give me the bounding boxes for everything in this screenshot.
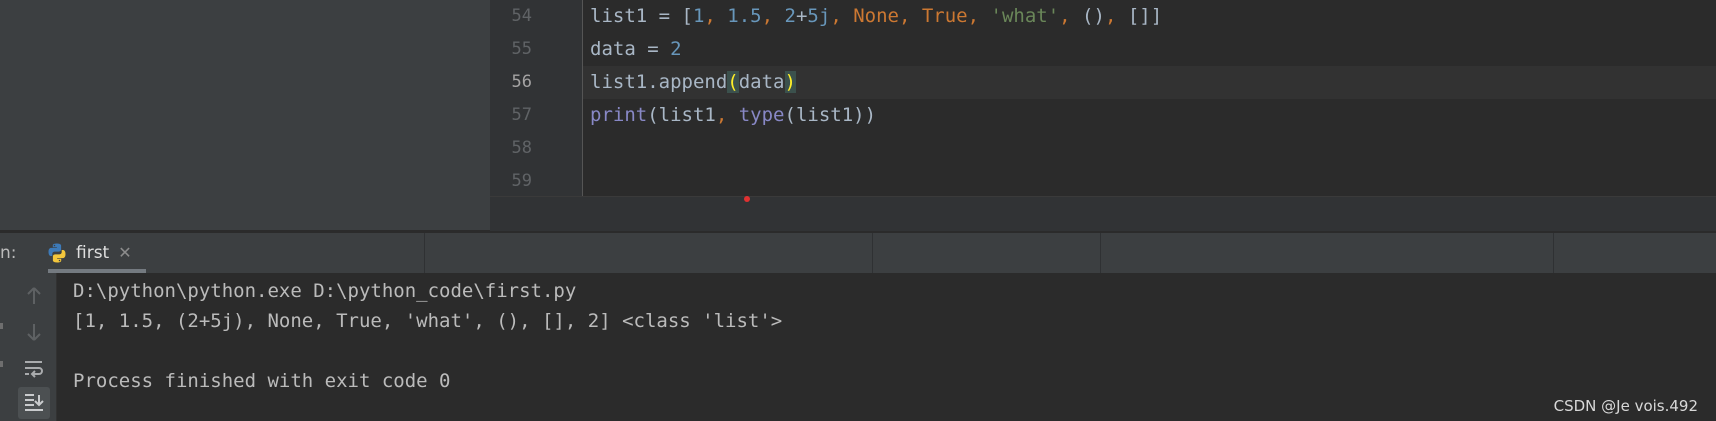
line-number[interactable]: 55 [490,33,532,66]
code-token: []] [1127,5,1163,27]
code-token: 'what' [990,5,1060,27]
run-panel-label: n: [0,243,17,263]
code-token: , [1104,5,1128,27]
line-number[interactable]: 56 [490,66,532,99]
arrow-down-icon[interactable] [18,317,50,349]
error-marker-icon [744,196,750,202]
editor-gutter[interactable]: 54 55 56 57 58 59 [490,0,583,196]
code-token: , [967,5,991,27]
code-token: True [921,5,968,27]
editor-horizontal-scroll-area[interactable] [490,196,1716,231]
code-token: data [738,71,785,93]
code-editor[interactable]: list1 = [1, 1.5, 2+5j, None, True, 'what… [583,0,1716,196]
run-tool-window-header: n: first ✕ [0,232,1716,274]
code-line[interactable]: list1.append(data) [583,66,1716,99]
scroll-to-end-icon[interactable] [18,387,50,419]
code-token: , [715,104,739,126]
code-line[interactable] [583,132,1716,165]
header-divider [424,233,425,273]
code-token: 2 [784,5,796,27]
code-token: , [898,5,922,27]
code-token: list1 = [ [590,5,693,27]
code-token: ) [784,71,796,93]
watermark: CSDN @Je vois.492 [1553,397,1698,415]
header-divider [872,233,873,273]
run-tab-label: first [76,243,110,263]
python-icon [48,243,66,263]
line-number[interactable]: 54 [490,0,532,33]
soft-wrap-icon[interactable] [18,353,50,385]
code-line[interactable]: data = 2 [583,33,1716,66]
code-token: data = [590,38,671,60]
code-token: 1 [692,5,705,27]
code-token: 5j [807,5,831,27]
code-token: , [704,5,728,27]
console-line: Process finished with exit code 0 [73,370,451,392]
line-number[interactable]: 58 [490,132,532,165]
header-divider [1100,233,1101,273]
code-token: () [1082,5,1105,27]
code-line[interactable]: print(list1, type(list1)) [583,99,1716,132]
project-panel[interactable] [0,0,490,230]
edge-marker [0,323,3,329]
code-line[interactable] [583,165,1716,198]
code-token: (list1)) [784,104,877,126]
code-line[interactable]: list1 = [1, 1.5, 2+5j, None, True, 'what… [583,0,1716,33]
code-token: 1.5 [727,5,762,27]
console-output[interactable]: D:\python\python.exe D:\python_code\firs… [57,273,1716,421]
code-token: type [738,104,785,126]
code-token: 2 [670,38,682,60]
console-line: [1, 1.5, (2+5j), None, True, 'what', (),… [73,310,783,332]
code-token: None [853,5,899,27]
code-token: , [1059,5,1083,27]
console-line: D:\python\python.exe D:\python_code\firs… [73,280,577,302]
code-token: + [795,5,808,27]
code-token: , [830,5,854,27]
run-toolbar [0,273,57,421]
code-token: list1.append [590,71,728,93]
code-token: ( [727,71,739,93]
run-tab-first[interactable]: first ✕ [42,233,146,273]
line-number[interactable]: 59 [490,165,532,198]
code-token: , [761,5,785,27]
ide-window: 54 55 56 57 58 59 list1 = [1, 1.5, 2+5j, None… [0,0,1716,421]
arrow-up-icon[interactable] [18,281,50,313]
code-token: print [590,104,648,126]
header-divider [1553,233,1554,273]
line-number[interactable]: 57 [490,99,532,132]
edge-marker [0,361,3,367]
code-token: (list1 [647,104,716,126]
close-icon[interactable]: ✕ [116,244,134,262]
